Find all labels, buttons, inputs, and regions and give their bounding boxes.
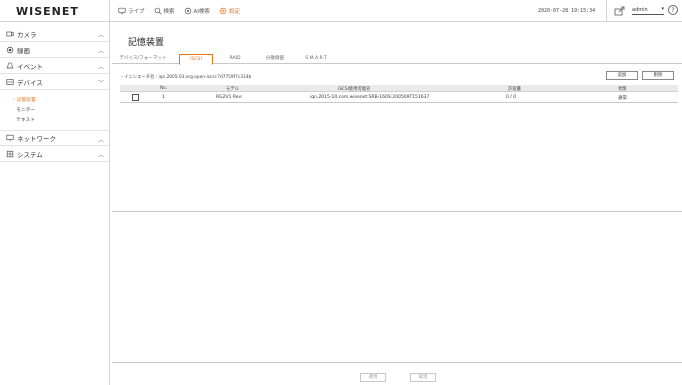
sidebar-item-record[interactable]: 録画 ︿ — [0, 42, 110, 58]
main-content: 記憶装置 デバイス/フォーマット iSCSI RAID 分散録画 S.M.A.R… — [112, 22, 682, 385]
cell-capacity: 0 / 0 — [506, 95, 517, 100]
cancel-button[interactable]: 取消 — [410, 373, 436, 382]
sidebar-item-label: イベント — [17, 62, 43, 71]
tab-bar: デバイス/フォーマット iSCSI RAID 分散録画 S.M.A.R.T — [112, 54, 682, 65]
ai-search-icon — [184, 7, 191, 15]
sidebar-item-label: 録画 — [17, 46, 30, 55]
sidebar-item-network[interactable]: ネットワーク ︿ — [0, 130, 110, 146]
nav-search[interactable]: 検索 — [154, 7, 175, 15]
gear-icon — [219, 7, 227, 15]
toolbar-divider — [606, 0, 607, 22]
cell-model: RG2V1 Rev: — [216, 95, 243, 100]
nav-live-label: ライブ — [128, 9, 145, 15]
tab-raid[interactable]: RAID — [218, 54, 252, 64]
apply-button[interactable]: 適用 — [360, 373, 386, 382]
sub-item-label: モニター — [16, 108, 36, 113]
tab-smart[interactable]: S.M.A.R.T — [298, 54, 334, 64]
datetime: 2020-07-28 19:15:34 — [538, 8, 596, 14]
tab-distributed-recording[interactable]: 分散録画 — [257, 54, 293, 64]
cell-no: 1 — [162, 95, 165, 100]
user-name: admin — [632, 7, 648, 13]
nav-search-label: 検索 — [163, 9, 175, 15]
nav-settings-label: 設定 — [228, 9, 240, 15]
network-icon — [6, 134, 14, 142]
top-bar: WISENET ライブ 検索 AI検索 設定 2020-07-28 19:15:… — [0, 0, 682, 22]
sidebar-sub-storage[interactable]: › 記憶装置 — [13, 96, 36, 103]
sub-item-label: テキスト — [16, 118, 36, 123]
sidebar-item-camera[interactable]: カメラ ︿ — [0, 26, 110, 42]
camera-icon — [6, 31, 14, 36]
sidebar-item-label: デバイス — [17, 78, 43, 87]
add-button[interactable]: 追加 — [606, 71, 638, 80]
sidebar-item-label: カメラ — [17, 30, 37, 39]
logo-area: WISENET — [0, 0, 110, 22]
search-icon — [154, 7, 161, 15]
footer-divider — [112, 362, 682, 363]
sidebar-item-system[interactable]: システム ︿ — [0, 146, 110, 162]
wisenet-logo: WISENET — [16, 5, 79, 18]
sidebar-sub-text[interactable]: テキスト — [13, 116, 35, 123]
sidebar-item-event[interactable]: イベント ︿ — [0, 58, 110, 74]
record-icon — [6, 46, 14, 53]
sidebar-item-label: ネットワーク — [17, 135, 56, 143]
tab-device-format[interactable]: デバイス/フォーマット — [112, 54, 174, 64]
top-nav: ライブ 検索 AI検索 設定 — [118, 7, 240, 15]
chevron-up-icon: ︿ — [97, 137, 104, 144]
cell-iscsi-name: iqn.2015-10.com.wisenet:SRB-160S:200509T… — [310, 95, 430, 100]
initiator-name: ・イニシエータ名 : iqn.2005-03.org.open-iscsi:7d… — [120, 75, 252, 80]
section-divider — [112, 211, 682, 212]
chevron-up-icon: ︿ — [97, 152, 104, 159]
sub-item-label: 記憶装置 — [16, 98, 36, 103]
chevron-down-icon: ﹀ — [97, 80, 104, 87]
device-icon — [6, 78, 14, 85]
nav-live[interactable]: ライブ — [118, 7, 145, 15]
sidebar-sub-monitor[interactable]: モニター — [13, 106, 35, 113]
chevron-up-icon: ︿ — [97, 32, 104, 39]
chevron-down-icon: ▾ — [661, 6, 664, 12]
row-checkbox[interactable] — [132, 94, 139, 101]
tab-iscsi[interactable]: iSCSI — [179, 54, 213, 65]
help-icon[interactable]: ? — [668, 5, 678, 15]
cell-status: 通常 — [618, 96, 627, 101]
table-row[interactable]: 1 RG2V1 Rev: iqn.2015-10.com.wisenet:SRB… — [120, 92, 678, 103]
page-title: 記憶装置 — [128, 38, 165, 48]
nav-settings[interactable]: 設定 — [219, 7, 240, 15]
col-no: No. — [160, 86, 168, 91]
delete-button[interactable]: 削除 — [642, 71, 674, 80]
table-header: No. モデル iSCSI使用可能名 許容量 状態 — [120, 85, 678, 92]
nav-ai-search-label: AI検索 — [193, 9, 210, 15]
sidebar-item-device[interactable]: デバイス ﹀ — [0, 74, 110, 90]
monitor-icon — [118, 7, 126, 15]
sidebar: カメラ ︿ 録画 ︿ イベント ︿ デバイス ﹀ › 記憶装置 モニター テキス… — [0, 22, 110, 385]
user-select[interactable]: admin ▾ — [632, 6, 664, 15]
event-icon — [6, 61, 14, 68]
sidebar-item-label: システム — [17, 150, 43, 159]
export-icon[interactable] — [614, 6, 626, 16]
chevron-up-icon: ︿ — [97, 64, 104, 71]
system-icon — [6, 150, 14, 157]
nav-ai-search[interactable]: AI検索 — [184, 7, 210, 15]
chevron-up-icon: ︿ — [97, 48, 104, 55]
